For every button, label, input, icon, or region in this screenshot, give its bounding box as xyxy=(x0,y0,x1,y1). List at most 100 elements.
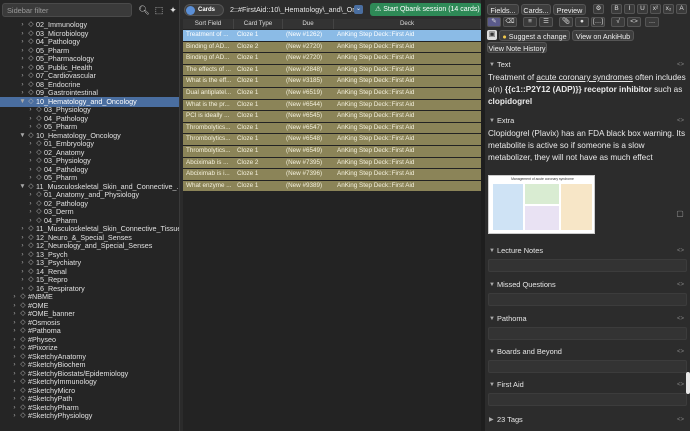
field-header-pathoma[interactable]: ▼ Pathoma <> xyxy=(485,313,690,325)
table-cell-deck: AnKing Step Deck::First Aid xyxy=(337,112,415,120)
sparkle-icon[interactable]: ✦ xyxy=(167,4,179,16)
highlight-icon[interactable]: ✎ xyxy=(487,17,501,27)
search-input[interactable]: 2::#FirstAid::10\_Hematology\_and\_Oncol… xyxy=(230,4,362,16)
table-cell-sort: Thrombolytics... xyxy=(186,135,231,143)
italic-button[interactable]: I xyxy=(624,4,635,14)
view-note-history-button[interactable]: View Note History xyxy=(487,42,547,53)
table-row[interactable]: Dual antiplatel... Cloze 1 (New #6519) AnKi… xyxy=(183,88,481,99)
table-row[interactable]: What is the pr... Cloze 1 (New #6544) AnKin… xyxy=(183,99,481,111)
table-cell-due: (New #7395) xyxy=(286,158,323,166)
table-cell-due: (New #2720) xyxy=(286,54,323,62)
table-row[interactable]: The effects of ... Cloze 1 (New #2848) AnKi… xyxy=(183,64,481,76)
preview-button[interactable]: Preview xyxy=(553,4,586,15)
start-qbank-button[interactable]: ⚠︎ Start Qbank session (14 cards) xyxy=(370,3,482,16)
eraser-icon[interactable]: ⌫ xyxy=(503,17,517,27)
field-header-text[interactable]: ▼ Text <> xyxy=(485,59,690,71)
table-cell-sort: What is the pr... xyxy=(186,100,230,108)
table-cell-type: Cloze 1 xyxy=(237,135,259,143)
resize-handle-icon[interactable]: ▢ xyxy=(672,209,688,221)
sidebar-tree-item[interactable]: › ◇ #SketchyPhysiology xyxy=(0,411,179,422)
extra-field-image[interactable]: Management of acute coronary syndrome xyxy=(488,175,595,234)
table-row[interactable]: Treatment of ... Cloze 1 (New #1262) AnKing… xyxy=(183,30,481,41)
table-cell-deck: AnKing Step Deck::First Aid xyxy=(337,42,415,50)
expand-arrows-icon: <> xyxy=(676,417,684,423)
cloze-text: {{c1::P2Y12 (ADP)}} xyxy=(504,85,582,94)
table-row[interactable]: Thrombolytics... Cloze 1 (New #6549) AnKing… xyxy=(183,146,481,157)
table-cell-sort: Dual antiplatel... xyxy=(186,89,232,96)
list-icon[interactable]: ≡ xyxy=(523,17,537,27)
table-row[interactable]: What is the eff... Cloze 1 (New #3185) AnKi… xyxy=(183,76,481,87)
extra-field-editor[interactable]: Clopidogrel (Plavix) has an FDA black bo… xyxy=(488,128,686,164)
gear-icon[interactable]: ⚙ xyxy=(593,4,604,14)
table-row[interactable]: Binding of AD... Cloze 2 (New #2720) AnKing… xyxy=(183,41,481,53)
cards-notes-toggle[interactable]: Cards xyxy=(184,4,224,16)
text-link: acute coronary syndromes xyxy=(536,73,633,82)
table-row[interactable]: Abciximab is i... Cloze 1 (New #7396) AnKin… xyxy=(183,169,481,180)
bold-button[interactable]: B xyxy=(611,4,622,14)
field-header-lecture-notes[interactable]: ▼ Lecture Notes <> xyxy=(485,245,690,257)
table-cell-deck: AnKing Step Deck::First Aid xyxy=(337,135,415,143)
chevron-down-icon: ▼ xyxy=(489,382,495,388)
column-header-card-type[interactable]: Card Type xyxy=(234,19,283,29)
html-icon[interactable]: <> xyxy=(627,17,641,27)
table-row[interactable]: Abciximab is ... Cloze 2 (New #7395) AnKing… xyxy=(183,157,481,169)
view-on-ankihub-button[interactable]: View on AnkiHub xyxy=(572,30,634,41)
table-cell-type: Cloze 1 xyxy=(237,65,259,73)
tag-icon: ◇ xyxy=(20,412,26,419)
more-icon[interactable]: … xyxy=(645,17,659,27)
column-header-deck[interactable]: Deck xyxy=(334,19,481,29)
table-cell-sort: Binding of AD... xyxy=(186,54,230,62)
chevron-down-icon[interactable]: ⌄ xyxy=(354,5,363,14)
superscript-button[interactable]: x² xyxy=(650,4,661,14)
table-cell-type: Cloze 2 xyxy=(237,158,259,166)
table-cell-due: (New #7396) xyxy=(286,170,323,178)
text-bold: receptor inhibitor xyxy=(581,85,652,94)
boards-and-beyond-field-editor[interactable] xyxy=(488,360,687,373)
attach-icon[interactable]: 📎︎ xyxy=(559,17,573,27)
column-header-sort-field[interactable]: Sort Field xyxy=(183,19,234,29)
table-cell-type: Cloze 1 xyxy=(237,89,259,96)
field-header-missed-questions[interactable]: ▼ Missed Questions <> xyxy=(485,279,690,291)
scrollbar[interactable] xyxy=(686,372,690,394)
field-header-first-aid[interactable]: ▼ First Aid <> xyxy=(485,379,690,391)
field-header-extra[interactable]: ▼ Extra <> xyxy=(485,115,690,127)
cloze-icon[interactable]: […] xyxy=(591,17,605,27)
missed-questions-field-editor[interactable] xyxy=(488,293,687,306)
cards-button[interactable]: Cards... xyxy=(521,4,551,15)
sidebar-filter-input[interactable]: Sidebar filter xyxy=(2,3,132,17)
text-part: such as xyxy=(651,85,683,94)
column-header-due[interactable]: Due xyxy=(283,19,334,29)
table-row[interactable]: Thrombolytics... Cloze 1 (New #6547) AnKing… xyxy=(183,122,481,134)
mic-icon[interactable]: ● xyxy=(575,17,589,27)
search-icon[interactable]: 🔍︎ xyxy=(138,4,150,16)
table-cell-sort: Treatment of ... xyxy=(186,31,229,38)
select-icon[interactable]: ⬚ xyxy=(153,4,165,16)
align-icon[interactable]: ☰ xyxy=(539,17,553,27)
bulb-icon: ● xyxy=(502,32,507,41)
table-cell-due: (New #1262) xyxy=(286,31,323,38)
table-cell-deck: AnKing Step Deck::First Aid xyxy=(337,31,415,38)
table-cell-due: (New #6549) xyxy=(286,147,323,154)
table-row[interactable]: PCI is ideally ... Cloze 1 (New #6545) AnKi… xyxy=(183,111,481,122)
pathoma-field-editor[interactable] xyxy=(488,327,687,340)
underline-button[interactable]: U xyxy=(637,4,648,14)
subscript-button[interactable]: x₂ xyxy=(663,4,674,14)
table-row[interactable]: Thrombolytics... Cloze 1 (New #6548) AnKing… xyxy=(183,134,481,145)
suggest-change-button[interactable]: ● Suggest a change xyxy=(499,30,570,41)
table-cell-deck: AnKing Step Deck::First Aid xyxy=(337,54,415,62)
text-field-editor[interactable]: Treatment of acute coronary syndromes of… xyxy=(488,72,686,108)
tags-header[interactable]: ▶ 23 Tags <> xyxy=(485,414,690,426)
fields-button[interactable]: Fields... xyxy=(487,4,519,15)
first-aid-field-editor[interactable] xyxy=(488,393,687,406)
table-cell-due: (New #2848) xyxy=(286,65,323,73)
field-header-boards-and-beyond[interactable]: ▼ Boards and Beyond <> xyxy=(485,346,690,358)
lecture-notes-field-editor[interactable] xyxy=(488,259,687,272)
table-row[interactable]: Binding of AD... Cloze 1 (New #2720) AnKing… xyxy=(183,53,481,64)
browser-toolbar: Cards 2::#FirstAid::10\_Hematology\_and\… xyxy=(180,0,483,19)
table-row[interactable]: What enzyme ... Cloze 1 (New #9389) AnKing … xyxy=(183,180,481,192)
math-icon[interactable]: √ xyxy=(611,17,625,27)
chevron-right-icon[interactable]: › xyxy=(11,411,18,422)
text-color-button[interactable]: A xyxy=(676,4,687,14)
tags-count: 23 Tags xyxy=(497,415,523,424)
field-name: Text xyxy=(497,60,511,69)
